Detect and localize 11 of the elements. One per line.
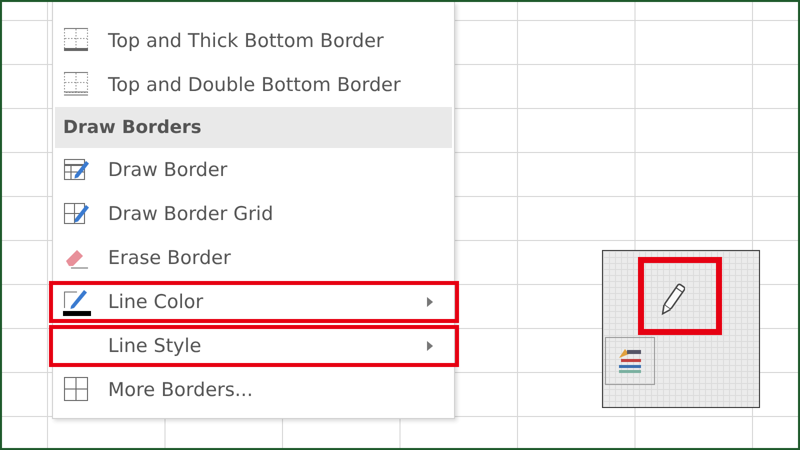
menu-item[interactable]: Line Color [55, 280, 452, 324]
menu-item[interactable]: Draw Border Grid [55, 192, 452, 236]
menu-item[interactable]: Top and Double Bottom Border [55, 63, 452, 107]
line-color-icon [63, 288, 91, 316]
section-header: Draw Borders [55, 107, 452, 148]
menu-item[interactable]: Line Style [55, 324, 452, 368]
menu-item[interactable]: More Borders... [55, 368, 452, 412]
border-icon [63, 376, 91, 404]
menu-item[interactable]: Erase Border [55, 236, 452, 280]
menu-item[interactable]: Top and Thick Bottom Border [55, 19, 452, 63]
menu-item[interactable]: Draw Border [55, 148, 452, 192]
